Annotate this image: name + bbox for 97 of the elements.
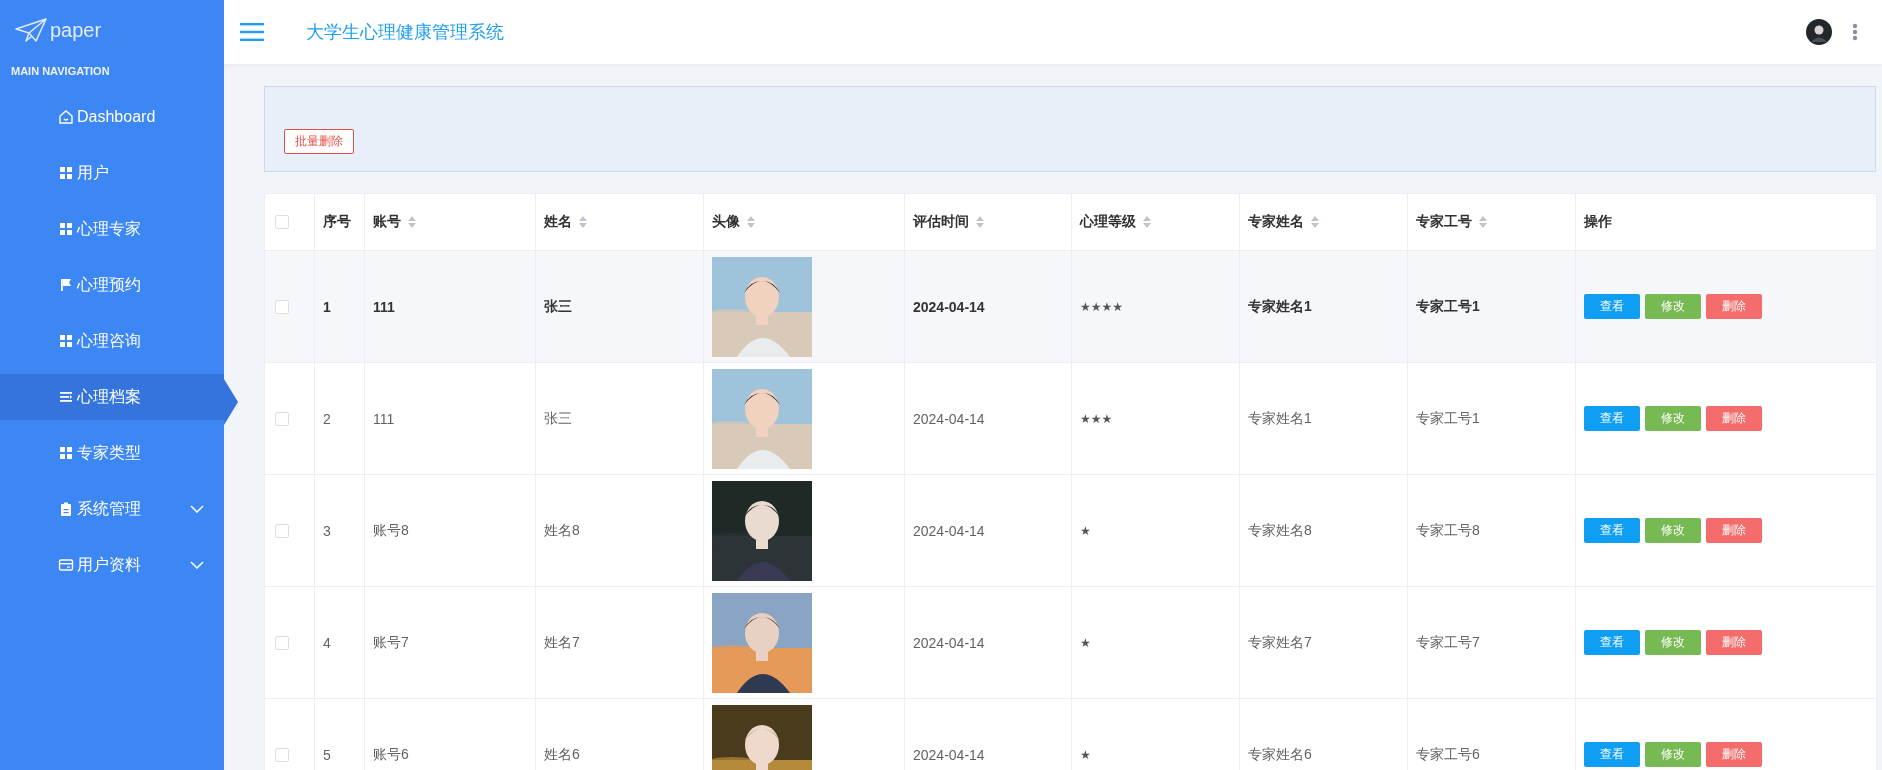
view-button[interactable]: 查看: [1584, 630, 1640, 655]
nav-item[interactable]: 心理预约: [0, 257, 224, 313]
list-icon: [58, 389, 74, 405]
column-header[interactable]: 心理等级: [1071, 193, 1240, 251]
table-cell: 111: [364, 250, 536, 363]
edit-button[interactable]: 修改: [1645, 518, 1701, 543]
edit-button[interactable]: 修改: [1645, 294, 1701, 319]
checkbox[interactable]: [275, 215, 289, 229]
table-row[interactable]: 1 111 张三 2024-04-14 ★★★★ 专家姓名1 专家工号1 查看 修改 删除: [264, 250, 1877, 363]
table-cell: 2024-04-14: [904, 362, 1072, 475]
sort-icon[interactable]: [1142, 215, 1152, 230]
table-cell: 账号8: [364, 474, 536, 587]
column-header[interactable]: 账号: [364, 193, 536, 251]
table-cell: 姓名7: [535, 586, 704, 699]
sort-icon[interactable]: [975, 215, 985, 230]
menu-icon[interactable]: [240, 23, 264, 41]
table-row[interactable]: 3 账号8 姓名8 2024-04-14 ★ 专家姓名8 专家工号8 查看 修改 删除: [264, 474, 1877, 587]
column-header[interactable]: 专家工号: [1407, 193, 1576, 251]
table-cell: 2: [314, 362, 365, 475]
checkbox[interactable]: [275, 747, 289, 762]
nav-heading: MAIN NAVIGATION: [10, 64, 111, 79]
table-row[interactable]: 5 账号6 姓名6 2024-04-14 ★ 专家姓名6 专家工号6 查看 修改 删除: [264, 698, 1877, 770]
column-header[interactable]: 头像: [703, 193, 905, 251]
nav-item[interactable]: 心理专家: [0, 201, 224, 257]
grid-icon: [58, 221, 74, 237]
grid-icon: [58, 333, 74, 349]
table-row[interactable]: 2 111 张三 2024-04-14 ★★★ 专家姓名1 专家工号1 查看 修改 删除: [264, 362, 1877, 475]
nav-item[interactable]: 用户: [0, 145, 224, 201]
home-icon: [58, 109, 74, 125]
delete-button[interactable]: 删除: [1706, 518, 1762, 543]
table-cell: 专家工号1: [1407, 362, 1576, 475]
column-header[interactable]: 操作: [1575, 193, 1877, 251]
delete-button[interactable]: 删除: [1706, 630, 1762, 655]
more-icon[interactable]: [1852, 23, 1858, 41]
sort-icon[interactable]: [578, 215, 588, 230]
table-cell: 专家姓名7: [1239, 586, 1408, 699]
view-button[interactable]: 查看: [1584, 518, 1640, 543]
logo-text: paper: [50, 18, 102, 42]
delete-button[interactable]: 删除: [1706, 294, 1762, 319]
table-row[interactable]: 4 账号7 姓名7 2024-04-14 ★ 专家姓名7 专家工号7 查看 修改 删除: [264, 586, 1877, 699]
grid-icon: [58, 165, 74, 181]
chevron-down-icon: [190, 505, 204, 513]
table-cell: 账号7: [364, 586, 536, 699]
edit-button[interactable]: 修改: [1645, 406, 1701, 431]
table-cell: 张三: [535, 362, 704, 475]
checkbox[interactable]: [275, 299, 289, 314]
table-cell: 专家姓名1: [1239, 362, 1408, 475]
column-header[interactable]: 姓名: [535, 193, 704, 251]
table-cell: 1: [314, 250, 365, 363]
table-cell: 2024-04-14: [904, 250, 1072, 363]
table-cell: 张三: [535, 250, 704, 363]
sort-icon[interactable]: [1310, 215, 1320, 230]
rating-cell: ★★★★: [1071, 250, 1240, 363]
checkbox[interactable]: [275, 411, 289, 426]
table-cell: 专家姓名1: [1239, 250, 1408, 363]
edit-button[interactable]: 修改: [1645, 630, 1701, 655]
column-header[interactable]: 评估时间: [904, 193, 1072, 251]
nav-item[interactable]: 专家类型: [0, 425, 224, 481]
table-cell: 111: [364, 362, 536, 475]
nav-item[interactable]: 心理咨询: [0, 313, 224, 369]
column-header[interactable]: 序号: [314, 193, 365, 251]
delete-button[interactable]: 删除: [1706, 406, 1762, 431]
column-header[interactable]: 专家姓名: [1239, 193, 1408, 251]
card-icon: [58, 557, 74, 573]
table-cell: 姓名8: [535, 474, 704, 587]
nav-item[interactable]: 用户资料: [0, 537, 224, 593]
table-cell: 专家工号7: [1407, 586, 1576, 699]
paper-plane-icon: [14, 17, 48, 43]
batch-delete-button[interactable]: 批量删除: [284, 129, 354, 154]
rating-cell: ★: [1071, 586, 1240, 699]
grid-icon: [58, 445, 74, 461]
table-cell: 2024-04-14: [904, 586, 1072, 699]
sort-icon[interactable]: [746, 215, 756, 230]
rating-cell: ★★★: [1071, 362, 1240, 475]
table-cell: 3: [314, 474, 365, 587]
app-title: 大学生心理健康管理系统: [306, 21, 504, 44]
nav-item[interactable]: 系统管理: [0, 481, 224, 537]
table-cell: 4: [314, 586, 365, 699]
sort-icon[interactable]: [407, 215, 417, 230]
clipboard-icon: [58, 501, 74, 517]
view-button[interactable]: 查看: [1584, 294, 1640, 319]
rating-cell: ★: [1071, 474, 1240, 587]
avatar-icon[interactable]: [1806, 19, 1832, 45]
delete-button[interactable]: 删除: [1706, 742, 1762, 767]
flag-icon: [58, 277, 74, 293]
chevron-down-icon: [190, 561, 204, 569]
table-cell: 专家工号8: [1407, 474, 1576, 587]
table-cell: 专家工号1: [1407, 250, 1576, 363]
view-button[interactable]: 查看: [1584, 742, 1640, 767]
view-button[interactable]: 查看: [1584, 406, 1640, 431]
sort-icon[interactable]: [1478, 215, 1488, 230]
table-cell: 2024-04-14: [904, 474, 1072, 587]
edit-button[interactable]: 修改: [1645, 742, 1701, 767]
nav-item[interactable]: Dashboard: [0, 89, 224, 145]
checkbox[interactable]: [275, 523, 289, 538]
table-cell: 专家姓名8: [1239, 474, 1408, 587]
checkbox[interactable]: [275, 635, 289, 650]
